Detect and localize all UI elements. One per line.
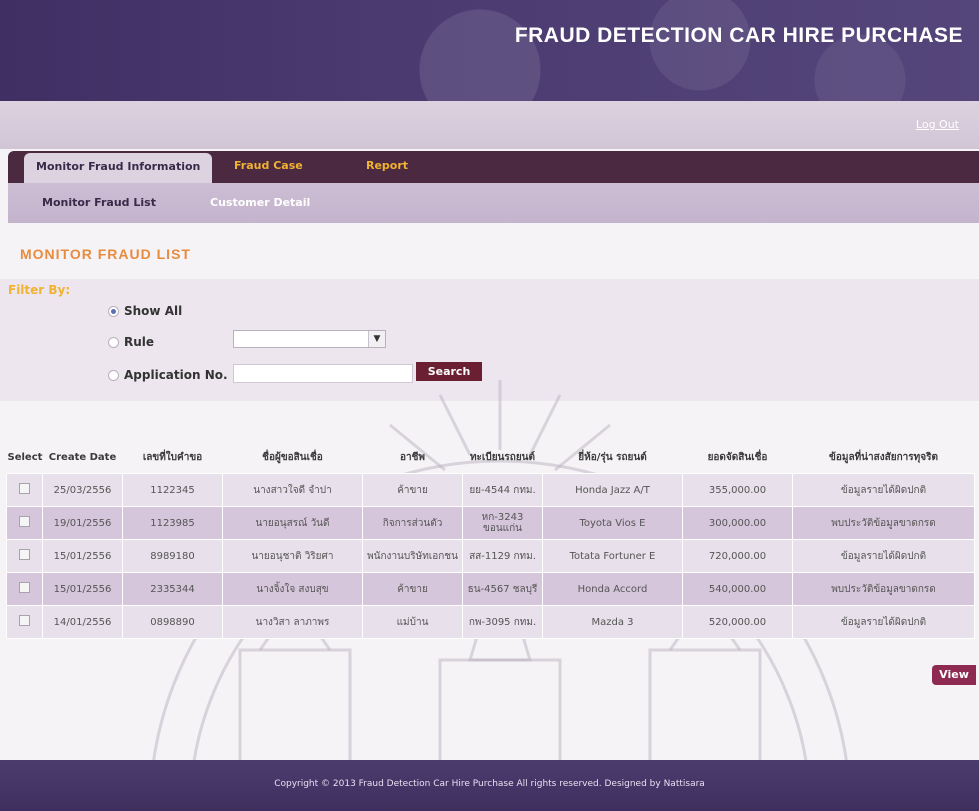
column-header: ชื่อผู้ขอสินเชื่อ <box>262 451 323 463</box>
column-header: Create Date <box>48 451 117 463</box>
fraud-info-cell: พบประวัติข้อมูลขาดกรด <box>792 572 975 606</box>
select-cell[interactable] <box>6 473 43 507</box>
column-header: ยี่ห้อ/รุ่น รถยนต์ <box>578 451 647 463</box>
fraud-info-cell: ข้อมูลรายได้ผิดปกติ <box>792 539 975 573</box>
option-application-no[interactable]: Application No. <box>108 368 228 382</box>
option-rule[interactable]: Rule <box>108 335 154 349</box>
footer: Copyright © 2013 Fraud Detection Car Hir… <box>0 760 979 811</box>
column-header: เลขที่ใบคำขอ <box>142 451 203 463</box>
tab-monitor-fraud-information[interactable]: Monitor Fraud Information <box>24 153 213 183</box>
tab-report[interactable]: Report <box>366 151 408 183</box>
create-date-cell: 15/01/2556 <box>42 572 123 606</box>
fraud-info-cell: พบประวัติข้อมูลขาดกรด <box>792 506 975 540</box>
table-row[interactable]: 15/01/2556 8989180 นายอนุชาติ วิริยศา พน… <box>6 539 975 573</box>
select-cell[interactable] <box>6 539 43 573</box>
occupation-cell: ค้าขาย <box>362 473 463 507</box>
loan-amount-cell: 520,000.00 <box>682 605 793 639</box>
application-no-cell: 0898890 <box>122 605 223 639</box>
application-no-input[interactable] <box>233 364 413 383</box>
tab-fraud-case[interactable]: Fraud Case <box>234 151 303 183</box>
select-cell[interactable] <box>6 506 43 540</box>
create-date-cell: 25/03/2556 <box>42 473 123 507</box>
main-tab-bar: Monitor Fraud Information Fraud Case Rep… <box>8 151 979 183</box>
filter-label: Filter By: <box>8 283 71 297</box>
filter-panel: Filter By: Show All Rule ▼ Application N… <box>0 279 979 401</box>
subnav-monitor-fraud-list[interactable]: Monitor Fraud List <box>42 196 156 209</box>
application-no-cell: 1123985 <box>122 506 223 540</box>
column-header: อาชีพ <box>400 451 425 463</box>
applicant-name-cell: นายอนุชาติ วิริยศา <box>222 539 363 573</box>
create-date-cell: 19/01/2556 <box>42 506 123 540</box>
view-button[interactable]: View <box>932 665 976 685</box>
table-row[interactable]: 25/03/2556 1122345 นางสาวใจดี จำปา ค้าขา… <box>6 473 975 507</box>
loan-amount-cell: 540,000.00 <box>682 572 793 606</box>
application-no-cell: 2335344 <box>122 572 223 606</box>
create-date-cell: 14/01/2556 <box>42 605 123 639</box>
dropdown-arrow-icon[interactable]: ▼ <box>368 331 385 347</box>
create-date-cell: 15/01/2556 <box>42 539 123 573</box>
logout-link[interactable]: Log Out <box>916 118 959 131</box>
top-bar: Log Out <box>0 101 979 149</box>
table-row[interactable]: 15/01/2556 2335344 นางจิ้งใจ สงบสุข ค้าข… <box>6 572 975 606</box>
car-model-cell: Totata Fortuner E <box>542 539 683 573</box>
license-plate-cell: ธน-4567 ชลบุรี <box>462 572 543 606</box>
column-header: ยอดจัดสินเชื่อ <box>707 451 768 463</box>
table-row[interactable]: 14/01/2556 0898890 นางวิสา ลาภาพร แม่บ้า… <box>6 605 975 639</box>
application-no-cell: 8989180 <box>122 539 223 573</box>
loan-amount-cell: 300,000.00 <box>682 506 793 540</box>
row-checkbox[interactable] <box>19 483 30 494</box>
show-all-radio[interactable] <box>108 306 119 317</box>
occupation-cell: พนักงานบริษัทเอกชน <box>362 539 463 573</box>
occupation-cell: แม่บ้าน <box>362 605 463 639</box>
row-checkbox[interactable] <box>19 516 30 527</box>
license-plate-cell: กพ-3095 กทม. <box>462 605 543 639</box>
rule-select[interactable]: ▼ <box>233 330 386 348</box>
app-title: FRAUD DETECTION CAR HIRE PURCHASE <box>514 24 963 47</box>
application-no-label: Application No. <box>124 368 228 382</box>
header-banner: FRAUD DETECTION CAR HIRE PURCHASE <box>0 0 979 101</box>
banner-pattern <box>0 0 979 101</box>
subnav-customer-detail[interactable]: Customer Detail <box>210 196 310 209</box>
table-header-row: Select Create Date เลขที่ใบคำขอ ชื่อผู้ข… <box>7 441 975 474</box>
page-title: MONITOR FRAUD LIST <box>20 246 191 262</box>
row-checkbox[interactable] <box>19 582 30 593</box>
license-plate-cell: หก-3243 ขอนแก่น <box>462 506 543 540</box>
select-cell[interactable] <box>6 572 43 606</box>
loan-amount-cell: 720,000.00 <box>682 539 793 573</box>
car-model-cell: Mazda 3 <box>542 605 683 639</box>
search-button[interactable]: Search <box>416 362 482 381</box>
rule-label: Rule <box>124 335 155 349</box>
applicant-name-cell: นางจิ้งใจ สงบสุข <box>222 572 363 606</box>
car-model-cell: Toyota Vios E <box>542 506 683 540</box>
fraud-list-table: Select Create Date เลขที่ใบคำขอ ชื่อผู้ข… <box>6 441 975 639</box>
column-header: ข้อมูลที่น่าสงสัยการทุจริต <box>829 451 938 463</box>
applicant-name-cell: นายอนุสรณ์ วันดี <box>222 506 363 540</box>
select-cell[interactable] <box>6 605 43 639</box>
rule-radio[interactable] <box>108 337 119 348</box>
table-row[interactable]: 19/01/2556 1123985 นายอนุสรณ์ วันดี กิจก… <box>6 506 975 540</box>
occupation-cell: ค้าขาย <box>362 572 463 606</box>
car-model-cell: Honda Accord <box>542 572 683 606</box>
license-plate-cell: ยย-4544 กทม. <box>462 473 543 507</box>
application-no-radio[interactable] <box>108 370 119 381</box>
license-plate-cell: สส-1129 กทม. <box>462 539 543 573</box>
fraud-info-cell: ข้อมูลรายได้ผิดปกติ <box>792 473 975 507</box>
applicant-name-cell: นางวิสา ลาภาพร <box>222 605 363 639</box>
application-no-cell: 1122345 <box>122 473 223 507</box>
column-header: ทะเบียนรถยนต์ <box>469 451 536 463</box>
loan-amount-cell: 355,000.00 <box>682 473 793 507</box>
show-all-label: Show All <box>124 304 183 318</box>
sub-nav-bar: Monitor Fraud List Customer Detail <box>8 183 979 223</box>
car-model-cell: Honda Jazz A/T <box>542 473 683 507</box>
occupation-cell: กิจการส่วนตัว <box>362 506 463 540</box>
applicant-name-cell: นางสาวใจดี จำปา <box>222 473 363 507</box>
row-checkbox[interactable] <box>19 615 30 626</box>
row-checkbox[interactable] <box>19 549 30 560</box>
fraud-info-cell: ข้อมูลรายได้ผิดปกติ <box>792 605 975 639</box>
option-show-all[interactable]: Show All <box>108 304 182 318</box>
column-header: Select <box>7 451 43 463</box>
copyright-text: Copyright © 2013 Fraud Detection Car Hir… <box>274 779 705 789</box>
